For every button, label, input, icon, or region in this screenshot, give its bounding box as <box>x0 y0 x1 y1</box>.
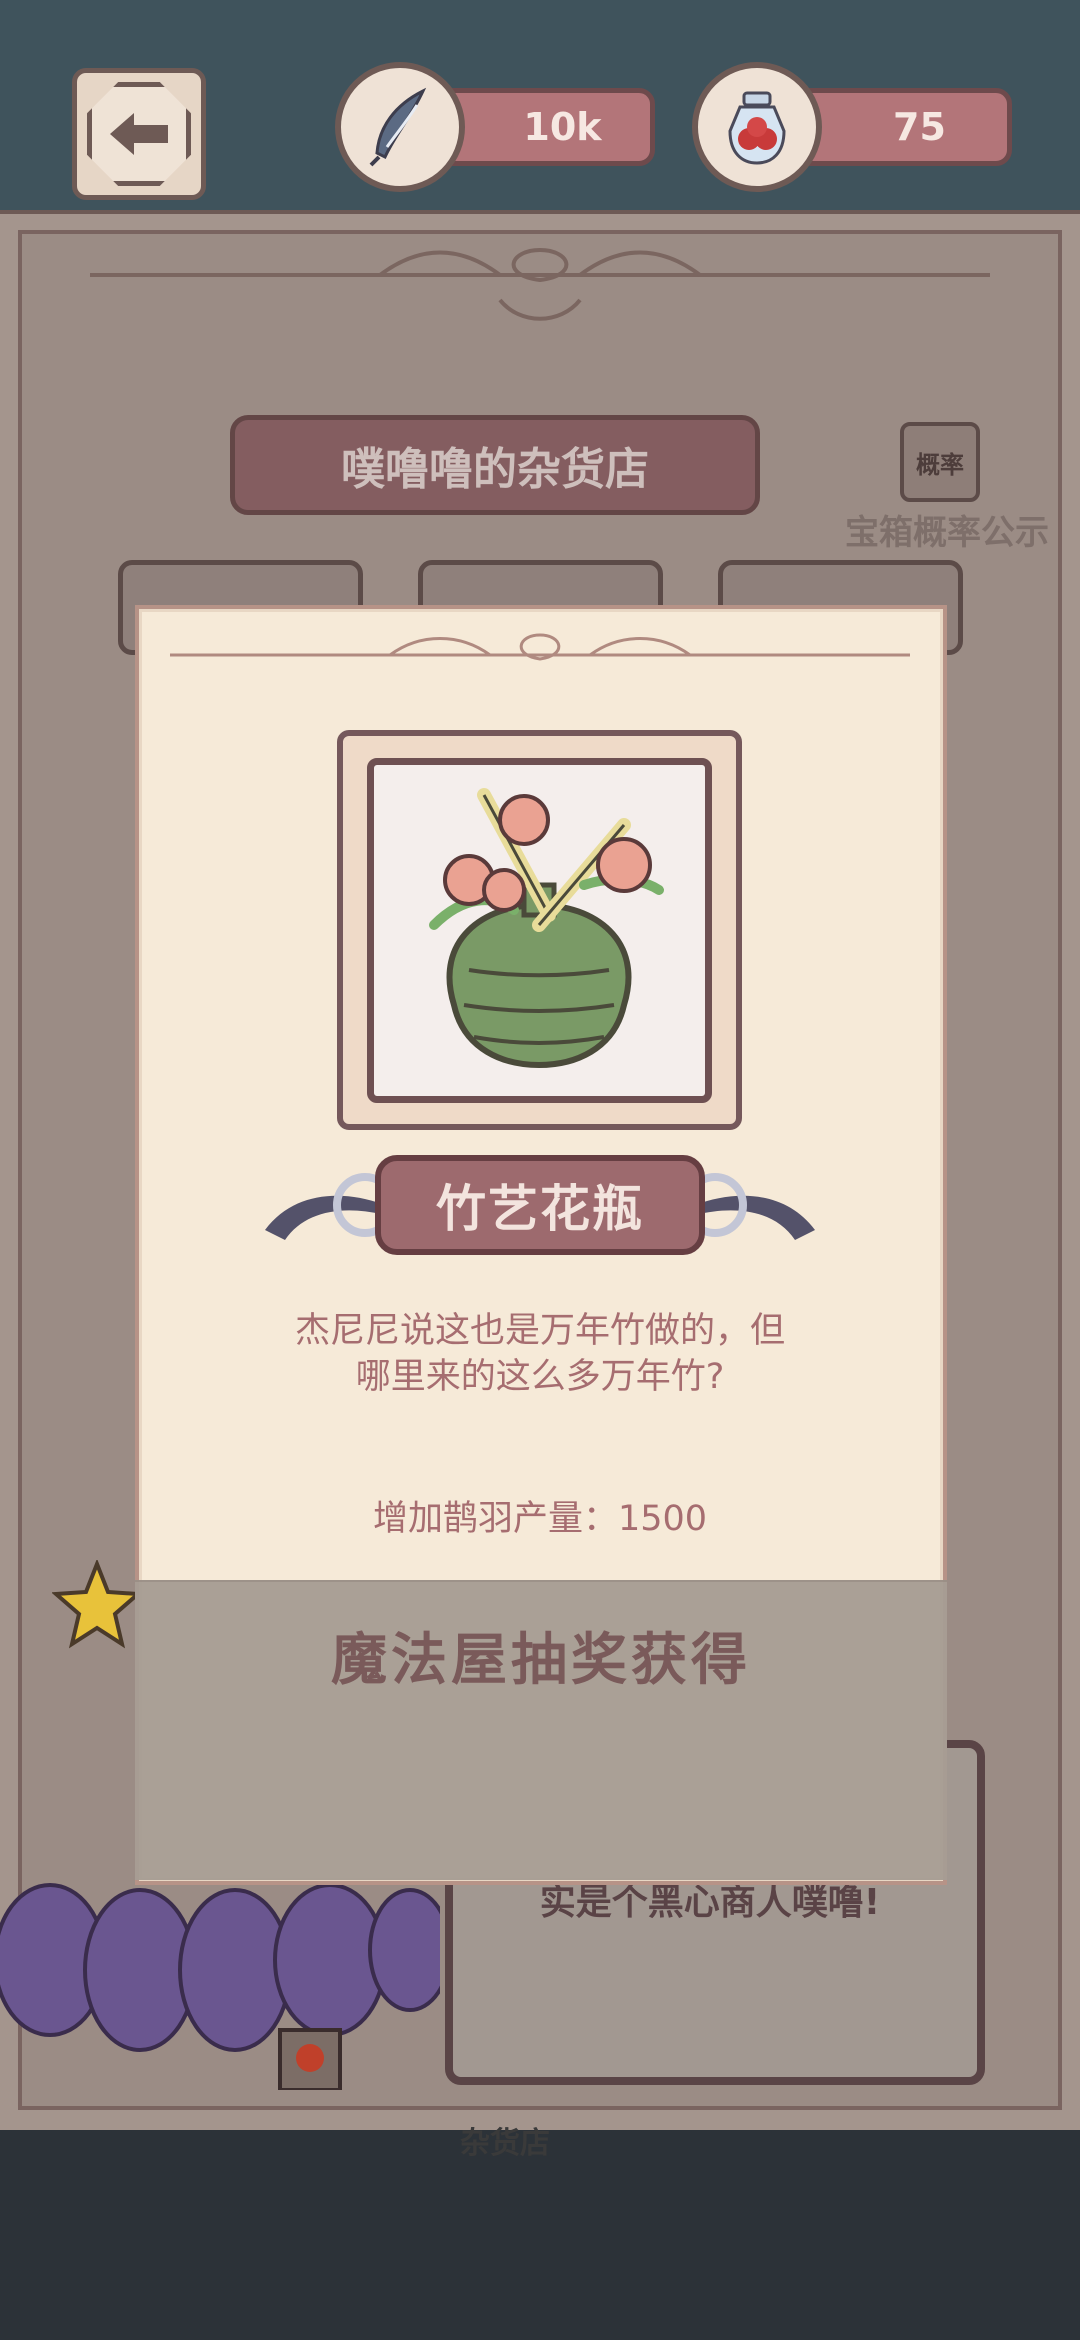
item-name-banner: 竹艺花瓶 <box>375 1155 705 1255</box>
probability-label[interactable]: 宝箱概率公示 <box>822 505 1072 554</box>
item-source-text: 魔法屋抽奖获得 <box>331 1628 751 1693</box>
npc-speech-text: 实是个黑心商人噗噜! <box>539 1882 881 1923</box>
shop-title-banner: 噗噜噜的杂货店 <box>230 415 760 515</box>
shop-sign: 杂货店 <box>460 2126 550 2161</box>
star-icon <box>52 1560 142 1649</box>
flower-mound-icon <box>0 1883 440 2090</box>
item-image-inner <box>367 758 712 1103</box>
jar-currency[interactable]: 75 <box>692 62 1017 192</box>
popup-ornament-icon <box>170 633 910 661</box>
feather-icon <box>335 62 465 192</box>
bamboo-flower-vase-icon <box>429 788 664 1069</box>
ornament-divider-icon <box>90 247 990 321</box>
arrow-left-icon <box>110 113 168 155</box>
berry-jar-icon <box>692 62 822 192</box>
back-button[interactable] <box>72 68 206 200</box>
item-description: 杰尼尼说这也是万年竹做的，但哪里来的这么多万年竹? <box>295 1311 786 1397</box>
probability-button[interactable]: 概率 <box>900 422 980 502</box>
item-effect: 增加鹊羽产量：1500 <box>372 1499 708 1539</box>
feather-currency[interactable]: 10k <box>335 62 660 192</box>
